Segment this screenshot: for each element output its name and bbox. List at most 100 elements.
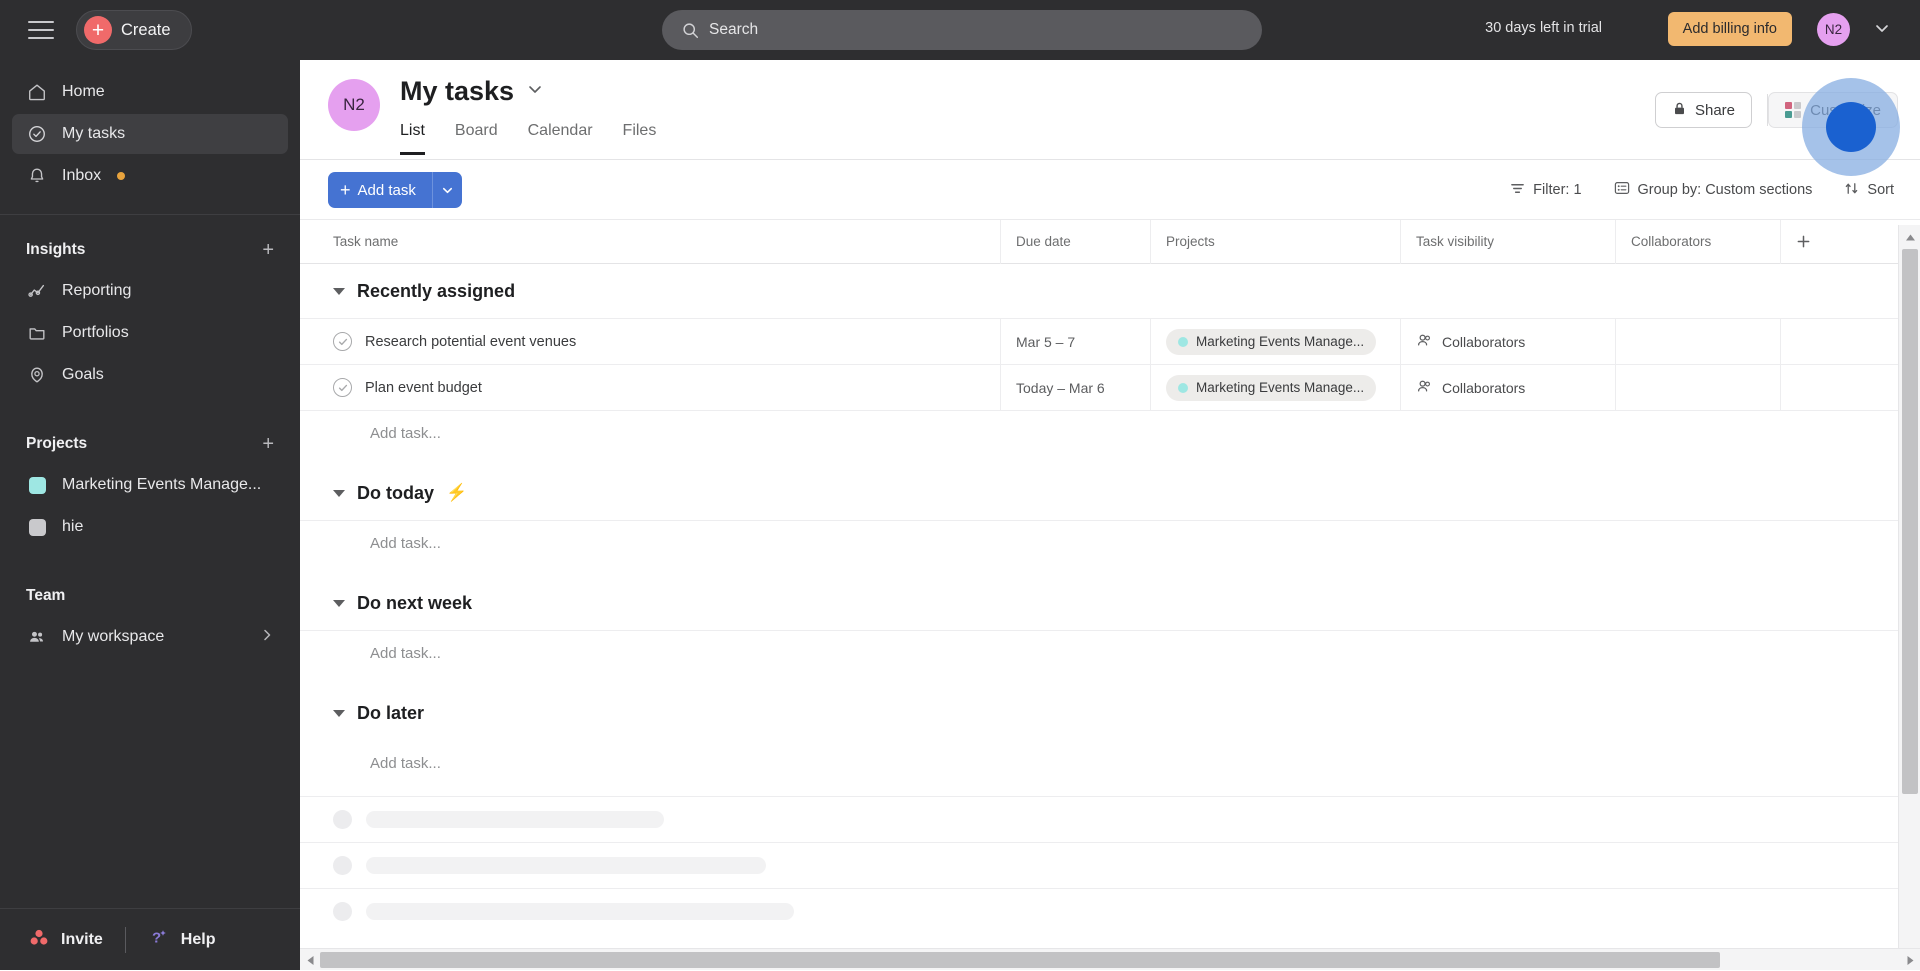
sidebar-item-goals[interactable]: Goals bbox=[12, 355, 288, 395]
due-date-cell[interactable]: Today – Mar 6 bbox=[1000, 365, 1150, 410]
complete-task-icon[interactable] bbox=[333, 332, 352, 351]
project-color-swatch bbox=[26, 474, 48, 496]
customize-button[interactable]: Customize bbox=[1768, 92, 1898, 128]
sidebar-item-my-workspace[interactable]: My workspace bbox=[12, 617, 288, 657]
project-pill[interactable]: Marketing Events Manage... bbox=[1166, 328, 1377, 355]
sidebar-item-reporting[interactable]: Reporting bbox=[12, 271, 288, 311]
due-date-cell[interactable]: Mar 5 – 7 bbox=[1000, 319, 1150, 364]
section-title[interactable]: Recently assigned bbox=[357, 281, 515, 302]
row-extra-cell bbox=[1780, 319, 1840, 364]
sort-button[interactable]: Sort bbox=[1844, 172, 1894, 208]
visibility-value[interactable]: Collaborators bbox=[1416, 332, 1525, 352]
add-task-dropdown-button[interactable] bbox=[431, 172, 462, 208]
horizontal-scrollbar[interactable] bbox=[300, 948, 1920, 970]
tab-list[interactable]: List bbox=[400, 122, 425, 155]
complete-task-icon[interactable] bbox=[333, 378, 352, 397]
add-billing-info-button[interactable]: Add billing info bbox=[1667, 12, 1792, 46]
tab-calendar[interactable]: Calendar bbox=[528, 122, 593, 155]
section-collapse-caret-icon[interactable] bbox=[333, 489, 345, 497]
horizontal-scrollbar-thumb[interactable] bbox=[320, 952, 1720, 968]
task-visibility-cell[interactable]: Collaborators bbox=[1400, 319, 1615, 364]
share-button[interactable]: Share bbox=[1654, 92, 1752, 128]
section-collapse-caret-icon[interactable] bbox=[333, 709, 345, 717]
people-icon bbox=[26, 626, 48, 648]
scroll-up-icon[interactable] bbox=[1899, 227, 1920, 247]
sidebar-item-project-marketing-events[interactable]: Marketing Events Manage... bbox=[12, 465, 288, 505]
table-header-row: Task name Due date Projects Task visibil… bbox=[300, 220, 1920, 264]
task-name-cell[interactable]: Plan event budget bbox=[300, 365, 1000, 410]
search-placeholder: Search bbox=[709, 21, 759, 38]
plus-icon: + bbox=[84, 16, 112, 44]
section-collapse-caret-icon[interactable] bbox=[333, 287, 345, 295]
column-header-collaborators[interactable]: Collaborators bbox=[1615, 220, 1780, 264]
sidebar-item-project-hie[interactable]: hie bbox=[12, 507, 288, 547]
add-task-button[interactable]: + Add task bbox=[328, 172, 432, 208]
trial-status-text: 30 days left in trial bbox=[1485, 20, 1602, 36]
search-input[interactable]: Search bbox=[662, 10, 1262, 50]
folder-icon bbox=[26, 322, 48, 344]
column-header-task-visibility[interactable]: Task visibility bbox=[1400, 220, 1615, 264]
vertical-scrollbar-thumb[interactable] bbox=[1902, 249, 1918, 794]
add-task-inline-row[interactable]: Add task... bbox=[300, 520, 1920, 566]
task-name-cell[interactable]: Research potential event venues bbox=[300, 319, 1000, 364]
sidebar-item-label: Goals bbox=[62, 366, 104, 383]
projects-cell[interactable]: Marketing Events Manage... bbox=[1150, 365, 1400, 410]
section-title[interactable]: Do today bbox=[357, 483, 434, 504]
column-header-projects[interactable]: Projects bbox=[1150, 220, 1400, 264]
scroll-left-icon[interactable] bbox=[300, 949, 320, 971]
collaborators-cell[interactable] bbox=[1615, 365, 1780, 410]
filter-button[interactable]: Filter: 1 bbox=[1510, 172, 1582, 208]
hamburger-icon[interactable] bbox=[28, 21, 54, 39]
collaborators-cell[interactable] bbox=[1615, 319, 1780, 364]
add-column-button[interactable] bbox=[1780, 220, 1840, 264]
scroll-right-icon[interactable] bbox=[1900, 949, 1920, 971]
add-task-inline-row[interactable]: Add task... bbox=[300, 630, 1920, 676]
visibility-label: Collaborators bbox=[1442, 333, 1526, 350]
section-title[interactable]: Do later bbox=[357, 703, 424, 724]
chart-line-icon bbox=[26, 280, 48, 302]
create-button-label: Create bbox=[121, 20, 171, 39]
column-header-task-name[interactable]: Task name bbox=[300, 220, 1000, 264]
chevron-down-icon[interactable] bbox=[526, 80, 544, 103]
project-pill-label: Marketing Events Manage... bbox=[1196, 380, 1365, 395]
section-collapse-caret-icon[interactable] bbox=[333, 599, 345, 607]
tab-files[interactable]: Files bbox=[623, 122, 657, 155]
table-row[interactable]: Plan event budget Today – Mar 6 Marketin… bbox=[300, 364, 1920, 410]
sidebar-item-my-tasks[interactable]: My tasks bbox=[12, 114, 288, 154]
create-button[interactable]: + Create bbox=[76, 10, 192, 50]
chevron-right-icon[interactable] bbox=[260, 628, 274, 647]
avatar[interactable]: N2 bbox=[1817, 13, 1850, 46]
add-task-inline-row[interactable]: Add task... bbox=[300, 740, 1920, 786]
group-by-button[interactable]: Group by: Custom sections bbox=[1614, 172, 1812, 208]
invite-label: Invite bbox=[61, 930, 103, 948]
project-color-swatch bbox=[26, 516, 48, 538]
visibility-value[interactable]: Collaborators bbox=[1416, 378, 1525, 398]
lightning-bolt-icon: ⚡ bbox=[446, 483, 468, 502]
task-visibility-cell[interactable]: Collaborators bbox=[1400, 365, 1615, 410]
vertical-scrollbar[interactable] bbox=[1898, 225, 1920, 970]
tab-board[interactable]: Board bbox=[455, 122, 498, 155]
sidebar-item-portfolios[interactable]: Portfolios bbox=[12, 313, 288, 353]
add-task-inline-row[interactable]: Add task... bbox=[300, 410, 1920, 456]
page-title: My tasks bbox=[400, 76, 515, 106]
section-title[interactable]: Do next week bbox=[357, 593, 472, 614]
projects-cell[interactable]: Marketing Events Manage... bbox=[1150, 319, 1400, 364]
main-content: N2 My tasks List Board Calendar Files Sh… bbox=[300, 60, 1920, 970]
sidebar-item-label: Marketing Events Manage... bbox=[62, 476, 262, 493]
chevron-down-icon[interactable] bbox=[1874, 20, 1890, 41]
asana-dots-icon bbox=[28, 927, 50, 952]
section-header-do-later: Do later bbox=[300, 686, 1920, 740]
table-row[interactable]: Research potential event venues Mar 5 – … bbox=[300, 318, 1920, 364]
filter-icon bbox=[1510, 181, 1525, 200]
help-button[interactable]: ? Help bbox=[148, 926, 216, 953]
plus-icon[interactable]: + bbox=[262, 240, 274, 260]
due-date-label: Today – Mar 6 bbox=[1016, 379, 1105, 396]
sidebar-item-home[interactable]: Home bbox=[12, 72, 288, 112]
loading-skeleton-row bbox=[300, 888, 1920, 934]
row-extra-cell bbox=[1780, 365, 1840, 410]
plus-icon[interactable]: + bbox=[262, 434, 274, 454]
sidebar-item-inbox[interactable]: Inbox bbox=[12, 156, 288, 196]
project-pill[interactable]: Marketing Events Manage... bbox=[1166, 374, 1377, 401]
invite-button[interactable]: Invite bbox=[28, 927, 103, 952]
column-header-due-date[interactable]: Due date bbox=[1000, 220, 1150, 264]
